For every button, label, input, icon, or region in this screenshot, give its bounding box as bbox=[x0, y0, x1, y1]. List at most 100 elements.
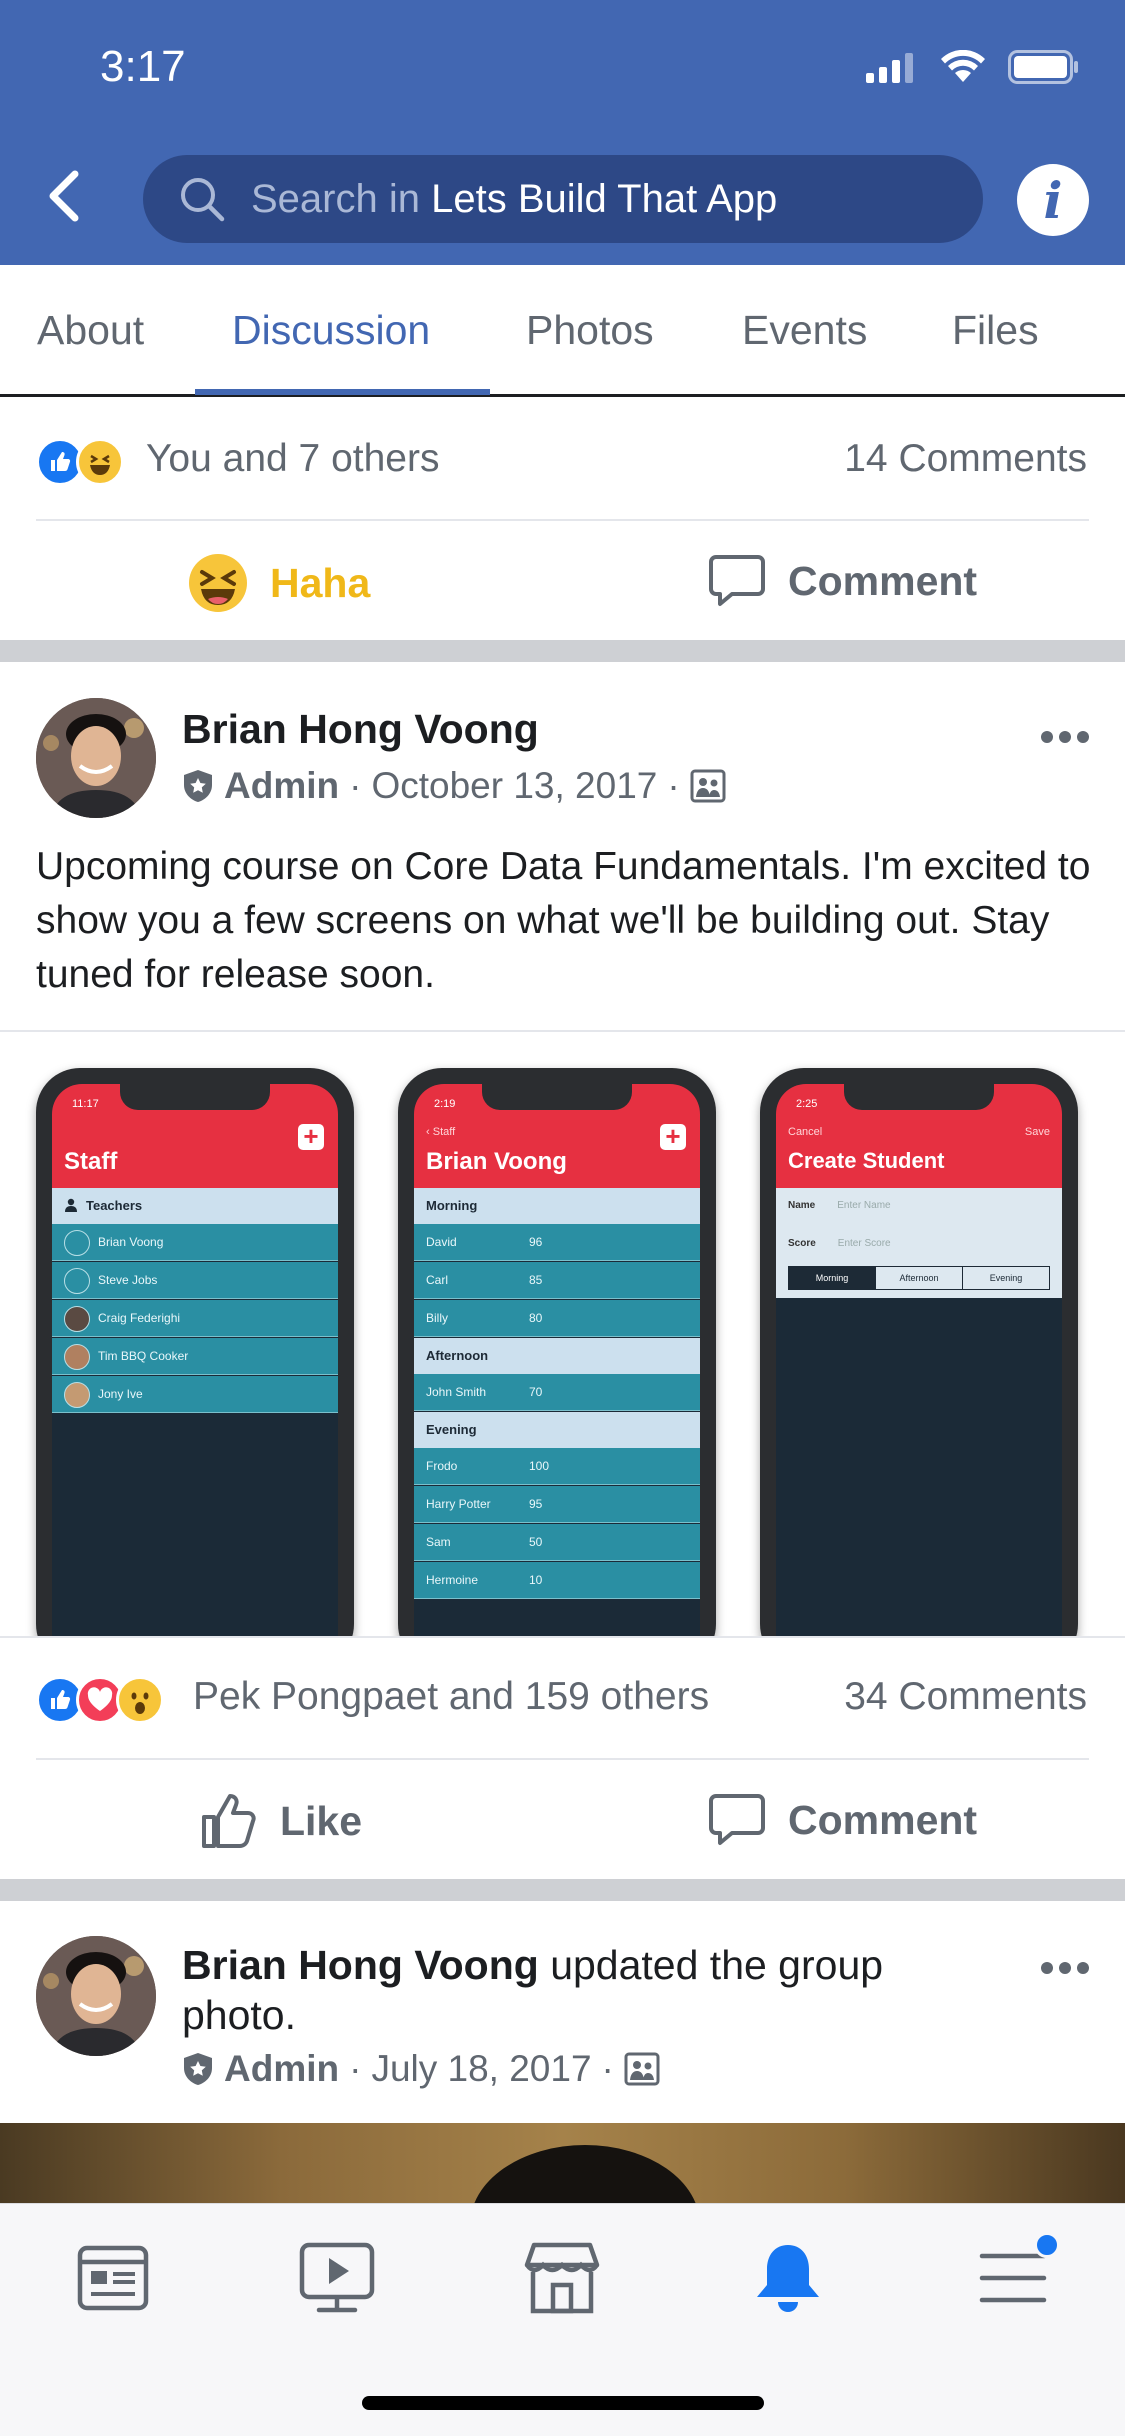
menu-icon bbox=[979, 2253, 1047, 2303]
form-row-name: Name Enter Name bbox=[788, 1200, 891, 1211]
post-image[interactable]: 11:17 Staff + Teachers Brian Voong Steve… bbox=[0, 1030, 1125, 1638]
cellular-signal-icon bbox=[866, 53, 913, 83]
avatar bbox=[64, 1343, 90, 1370]
list-item: Brian Voong bbox=[52, 1224, 338, 1261]
app-header: 3:17 Search in Lets Build That App i bbox=[0, 0, 1125, 265]
status-icons bbox=[866, 50, 1080, 84]
screen-cancel: Cancel bbox=[788, 1126, 823, 1138]
segment: Afternoon bbox=[876, 1267, 963, 1289]
top-post-reactions[interactable]: You and 7 others 14 Comments bbox=[0, 400, 1125, 520]
screen-back: ‹ Staff bbox=[426, 1126, 456, 1138]
phone-screenshot-teacher: 2:19 ‹ Staff Brian Voong + Morning David… bbox=[398, 1068, 716, 1636]
avatar bbox=[64, 1267, 90, 1294]
group-info-button[interactable]: i bbox=[1017, 164, 1089, 236]
comment-button[interactable]: Comment bbox=[708, 1792, 977, 1848]
post-action-text-cont: photo. bbox=[182, 1992, 296, 2038]
list-item: Tim BBQ Cooker bbox=[52, 1338, 338, 1375]
list-item: Craig Federighi bbox=[52, 1300, 338, 1337]
divider bbox=[36, 1758, 1089, 1760]
comment-icon bbox=[709, 1794, 765, 1845]
list-item-label: Jony Ive bbox=[98, 1387, 143, 1401]
section-header: Evening bbox=[414, 1412, 700, 1448]
battery-icon bbox=[1008, 50, 1078, 84]
group-search-input[interactable]: Search in Lets Build That App bbox=[143, 155, 983, 243]
tab-marketplace[interactable] bbox=[522, 2238, 602, 2318]
post-author-name[interactable]: Brian Hong Voong bbox=[182, 706, 539, 753]
post-text: Upcoming course on Core Data Fundamental… bbox=[36, 845, 1091, 996]
student-score: 96 bbox=[529, 1235, 543, 1249]
table-row: John Smith 70 bbox=[414, 1374, 700, 1411]
post-meta: Admin · July 18, 2017 · bbox=[182, 2048, 660, 2090]
list-item-label: Tim BBQ Cooker bbox=[98, 1349, 189, 1363]
meta-separator: · bbox=[349, 765, 362, 806]
phone-notch bbox=[482, 1084, 632, 1110]
admin-label: Admin bbox=[224, 2048, 340, 2089]
more-dot-icon bbox=[1077, 731, 1089, 743]
section-header: Morning bbox=[414, 1188, 700, 1224]
post-action-text: updated the group bbox=[538, 1942, 884, 1988]
post-reactions[interactable]: Pek Pongpaet and 159 others 34 Comments bbox=[0, 1638, 1125, 1758]
section-header: Afternoon bbox=[414, 1338, 700, 1374]
more-dot-icon bbox=[1041, 1962, 1053, 1974]
divider bbox=[36, 519, 1089, 521]
tab-watch[interactable] bbox=[297, 2238, 377, 2318]
home-indicator[interactable] bbox=[362, 2396, 764, 2410]
student-score: 10 bbox=[529, 1573, 543, 1587]
haha-reaction-button[interactable]: Haha bbox=[188, 553, 370, 613]
tab-news-feed[interactable] bbox=[73, 2238, 153, 2318]
group-tabs: About Discussion Photos Events Files bbox=[0, 265, 1125, 397]
phone-notch bbox=[120, 1084, 270, 1110]
comment-label: Comment bbox=[788, 557, 978, 604]
tab-discussion[interactable]: Discussion bbox=[232, 307, 430, 354]
search-icon bbox=[181, 178, 225, 222]
table-row: Sam 50 bbox=[414, 1524, 700, 1561]
reaction-icons bbox=[36, 1676, 164, 1724]
list-item: Steve Jobs bbox=[52, 1262, 338, 1299]
table-row: Hermoine 10 bbox=[414, 1562, 700, 1599]
tab-events[interactable]: Events bbox=[742, 307, 867, 354]
comment-button[interactable]: Comment bbox=[708, 553, 977, 609]
tab-files[interactable]: Files bbox=[952, 307, 1039, 354]
post-date[interactable]: July 18, 2017 bbox=[371, 2048, 591, 2090]
back-button[interactable] bbox=[45, 168, 95, 228]
haha-icon bbox=[76, 438, 124, 486]
student-name: Harry Potter bbox=[426, 1497, 491, 1511]
group-members-icon bbox=[624, 2052, 660, 2086]
post-options-button[interactable] bbox=[1041, 731, 1089, 743]
group-members-icon bbox=[690, 769, 726, 803]
tab-notifications[interactable] bbox=[748, 2238, 828, 2318]
author-avatar[interactable] bbox=[36, 698, 156, 818]
post-headline: Brian Hong Voong updated the group bbox=[182, 1940, 883, 1990]
meta-separator: · bbox=[349, 2048, 362, 2089]
post-author-name[interactable]: Brian Hong Voong bbox=[182, 1942, 539, 1988]
form-placeholder: Enter Name bbox=[837, 1200, 891, 1211]
add-icon: + bbox=[298, 1123, 324, 1150]
student-name: John Smith bbox=[426, 1385, 487, 1399]
tab-about[interactable]: About bbox=[37, 307, 144, 354]
more-dot-icon bbox=[1041, 731, 1053, 743]
section-header: Teachers bbox=[52, 1188, 338, 1224]
student-score: 95 bbox=[529, 1497, 543, 1511]
phone-screen: 11:17 Staff + Teachers Brian Voong Steve… bbox=[52, 1084, 338, 1636]
more-dot-icon bbox=[1077, 1962, 1089, 1974]
comment-count[interactable]: 14 Comments bbox=[844, 437, 1087, 481]
tab-photos[interactable]: Photos bbox=[526, 307, 654, 354]
post-date[interactable]: October 13, 2017 bbox=[371, 765, 657, 807]
author-avatar[interactable] bbox=[36, 1936, 156, 2056]
post-headline-cont: photo. bbox=[182, 1990, 296, 2040]
phone-screen: 2:19 ‹ Staff Brian Voong + Morning David… bbox=[414, 1084, 700, 1636]
avatar bbox=[64, 1229, 90, 1256]
wifi-icon bbox=[941, 50, 985, 82]
group-photo-image[interactable] bbox=[0, 2123, 1125, 2203]
screen-title: Staff bbox=[64, 1148, 118, 1175]
feed-separator bbox=[0, 640, 1125, 662]
post-options-button[interactable] bbox=[1041, 1962, 1089, 1974]
segmented-control: Morning Afternoon Evening bbox=[788, 1266, 1050, 1290]
form-label: Name bbox=[788, 1200, 816, 1211]
comment-count[interactable]: 34 Comments bbox=[844, 1675, 1087, 1719]
phone-screenshot-staff: 11:17 Staff + Teachers Brian Voong Steve… bbox=[36, 1068, 354, 1636]
search-placeholder: Search in Lets Build That App bbox=[251, 177, 777, 222]
like-button[interactable]: Like bbox=[200, 1792, 362, 1850]
screen-title: Create Student bbox=[788, 1148, 945, 1173]
post-actions: Like Comment bbox=[0, 1762, 1125, 1877]
